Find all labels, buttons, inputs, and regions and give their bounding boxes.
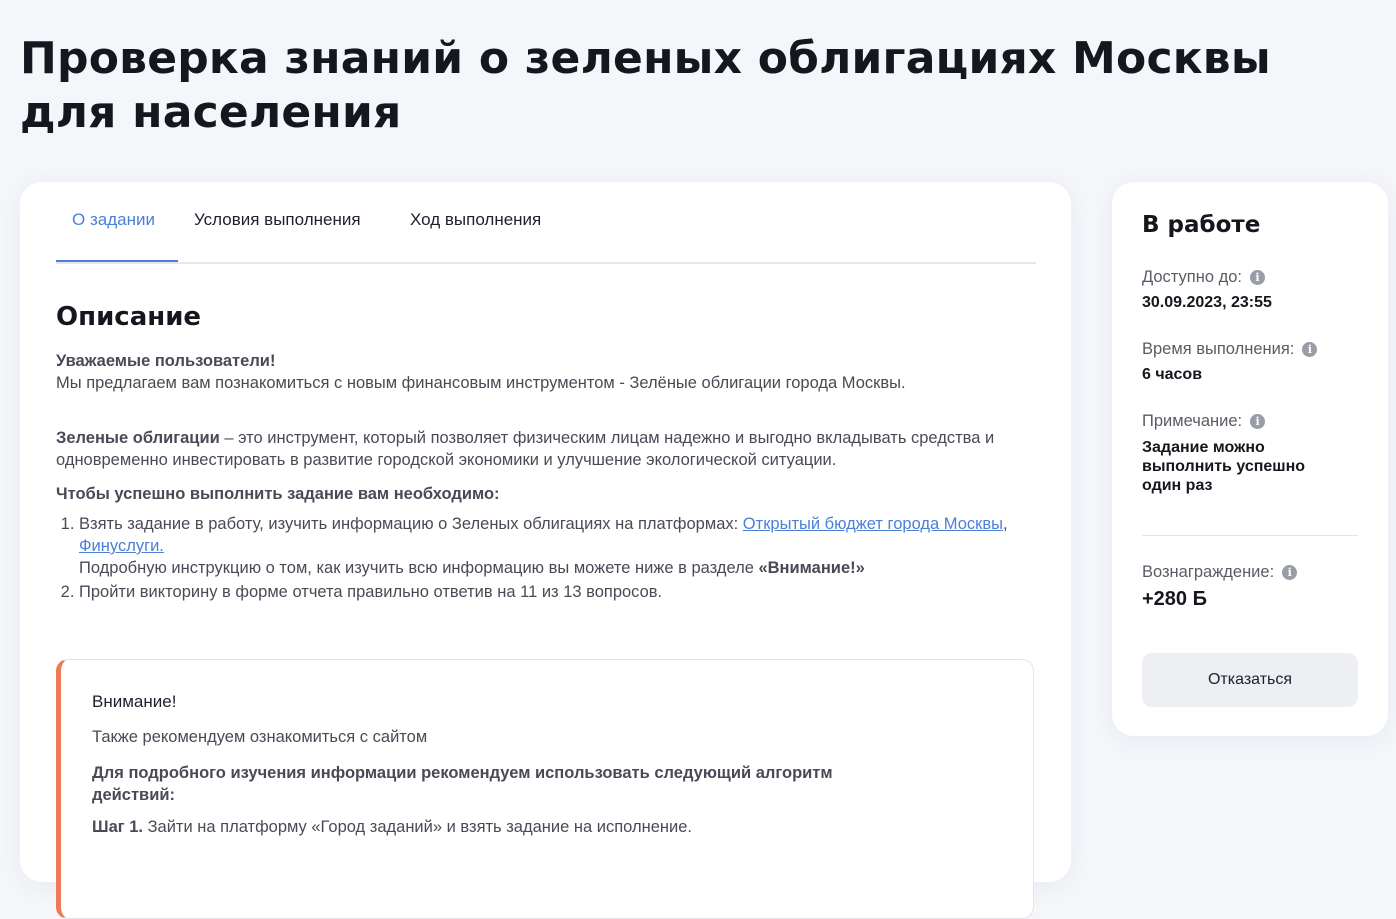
reward-label-text: Вознаграждение: — [1142, 563, 1275, 581]
info-icon[interactable]: i — [1302, 342, 1318, 357]
attention-reference: «Внимание!» — [758, 559, 865, 577]
requirements-title: Чтобы успешно выполнить задание вам необ… — [56, 485, 500, 503]
step-label: Шаг 1. — [92, 818, 143, 836]
info-icon[interactable]: i — [1250, 414, 1266, 429]
status-title: В работе — [1142, 212, 1261, 238]
reward-label: Вознаграждение: i — [1142, 563, 1298, 582]
page-title: Проверка знаний о зеленых облигациях Мос… — [20, 33, 1271, 138]
attention-step-1: Шаг 1. Зайти на платформу «Город заданий… — [92, 818, 692, 837]
reward-value: +280 Б — [1142, 588, 1207, 610]
attention-callout: Внимание! Также рекомендуем ознакомиться… — [56, 659, 1034, 919]
divider — [1142, 535, 1358, 536]
step-text: Зайти на платформу «Город заданий» и взя… — [142, 818, 692, 836]
tabs-bar: О задании Условия выполнения Ход выполне… — [56, 182, 1036, 264]
link-open-budget[interactable]: Открытый бюджет города Москвы — [743, 515, 1003, 533]
note-value: Задание можно выполнить успешно один раз — [1142, 439, 1306, 494]
status-sidebar: В работе Доступно до: i 30.09.2023, 23:5… — [1112, 182, 1388, 736]
info-icon[interactable]: i — [1282, 565, 1298, 580]
link-finuslugi[interactable]: Финуслуги. — [79, 537, 164, 555]
step1-text: Взять задание в работу, изучить информац… — [79, 515, 743, 533]
list-item: Пройти викторину в форме отчета правильн… — [79, 581, 1041, 603]
attention-text: Также рекомендуем ознакомиться с сайтом — [92, 728, 428, 746]
description-title: Описание — [56, 302, 202, 332]
available-until-value: 30.09.2023, 23:55 — [1142, 294, 1272, 311]
tab-about[interactable]: О задании — [72, 210, 155, 260]
step2-text: Пройти викторину в форме отчета правильн… — [79, 583, 663, 601]
requirements-list: Взять задание в работу, изучить информац… — [56, 513, 1041, 603]
info-icon[interactable]: i — [1249, 270, 1265, 285]
duration-value: 6 часов — [1142, 366, 1203, 383]
decline-button[interactable]: Отказаться — [1142, 653, 1358, 707]
note-label-text: Примечание: — [1142, 412, 1243, 430]
tab-progress[interactable]: Ход выполнения — [410, 210, 541, 260]
step1-instruction: Подробную инструкцию о том, как изучить … — [79, 559, 759, 577]
tab-conditions[interactable]: Условия выполнения — [194, 210, 361, 260]
attention-algorithm-title: Для подробного изучения информации реком… — [92, 764, 833, 804]
green-bonds-term: Зеленые облигации — [56, 429, 220, 447]
list-item: Взять задание в работу, изучить информац… — [79, 513, 1041, 579]
active-tab-indicator — [56, 260, 178, 262]
intro-text: Мы предлагаем вам познакомиться с новым … — [56, 374, 906, 392]
note-label: Примечание: i — [1142, 412, 1266, 431]
available-until-label: Доступно до: i — [1142, 268, 1265, 287]
duration-label-text: Время выполнения: — [1142, 340, 1295, 358]
duration-label: Время выполнения: i — [1142, 340, 1318, 359]
task-details-card: О задании Условия выполнения Ход выполне… — [20, 182, 1071, 919]
greeting: Уважаемые пользователи! — [56, 352, 276, 370]
attention-title: Внимание! — [92, 692, 177, 711]
link-separator: , — [1002, 515, 1008, 533]
description-body: Уважаемые пользователи! Мы предлагаем ва… — [56, 350, 1041, 605]
available-label-text: Доступно до: — [1142, 268, 1242, 286]
